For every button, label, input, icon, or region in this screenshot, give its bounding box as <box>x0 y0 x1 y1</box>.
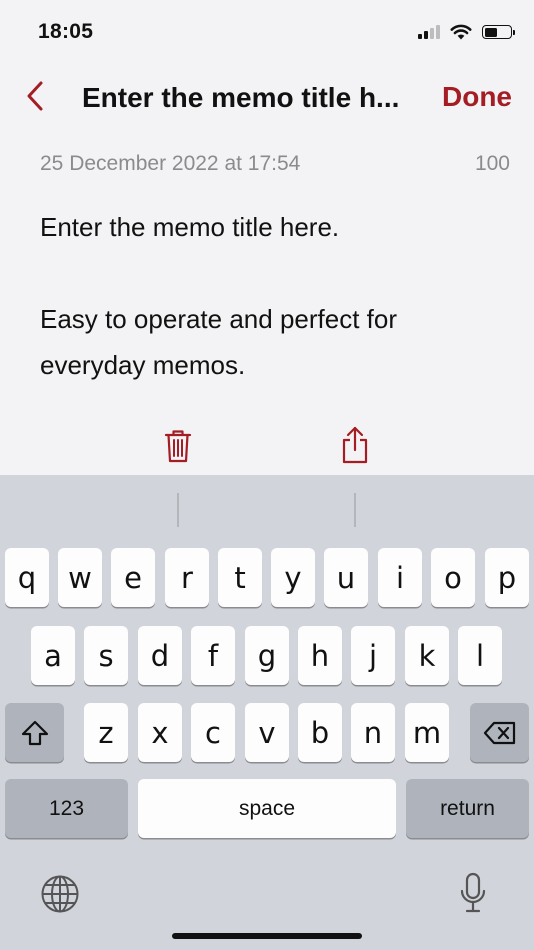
trash-icon[interactable] <box>163 428 193 464</box>
key-a[interactable]: a <box>31 626 75 685</box>
memo-date: 25 December 2022 at 17:54 <box>40 152 301 175</box>
memo-toolbar <box>0 424 534 468</box>
shift-icon <box>21 720 48 745</box>
battery-icon <box>482 25 515 39</box>
home-indicator[interactable] <box>172 933 362 939</box>
cellular-signal-icon <box>418 25 440 39</box>
keyboard: q w e r t y u i o p a s d f g h j k l z … <box>0 475 534 950</box>
space-key[interactable]: space <box>138 779 396 838</box>
key-h[interactable]: h <box>298 626 342 685</box>
predictive-text-bar[interactable] <box>0 475 534 545</box>
key-l[interactable]: l <box>458 626 502 685</box>
predictive-divider <box>177 493 179 527</box>
key-e[interactable]: e <box>111 548 155 607</box>
numbers-key[interactable]: 123 <box>5 779 128 838</box>
memo-line: everyday memos. <box>40 350 246 380</box>
navigation-bar: Enter the memo title h... Done <box>0 64 534 130</box>
wifi-icon <box>450 24 472 40</box>
key-u[interactable]: u <box>324 548 368 607</box>
status-bar: 18:05 <box>0 0 534 64</box>
key-k[interactable]: k <box>405 626 449 685</box>
key-j[interactable]: j <box>351 626 395 685</box>
memo-line: Easy to operate and perfect for <box>40 304 397 334</box>
key-q[interactable]: q <box>5 548 49 607</box>
key-v[interactable]: v <box>245 703 289 762</box>
battery-level <box>484 27 497 37</box>
memo-line <box>40 250 510 296</box>
memo-meta: 25 December 2022 at 17:54 100 <box>40 152 510 176</box>
backspace-key[interactable] <box>470 703 529 762</box>
character-count: 100 <box>474 152 510 175</box>
key-z[interactable]: z <box>84 703 128 762</box>
microphone-icon[interactable] <box>459 872 487 914</box>
key-w[interactable]: w <box>58 548 102 607</box>
memo-title: Enter the memo title h... <box>82 82 400 113</box>
status-icons <box>418 24 515 40</box>
globe-icon[interactable] <box>40 874 80 914</box>
key-f[interactable]: f <box>191 626 235 685</box>
chevron-left-icon <box>27 81 43 111</box>
memo-text-area[interactable]: Enter the memo title here. Easy to opera… <box>40 204 510 388</box>
return-key[interactable]: return <box>406 779 529 838</box>
key-p[interactable]: p <box>485 548 529 607</box>
predictive-divider <box>354 493 356 527</box>
key-x[interactable]: x <box>138 703 182 762</box>
key-t[interactable]: t <box>218 548 262 607</box>
key-y[interactable]: y <box>271 548 315 607</box>
shift-key[interactable] <box>5 703 64 762</box>
share-icon[interactable] <box>341 426 369 464</box>
key-r[interactable]: r <box>165 548 209 607</box>
key-n[interactable]: n <box>351 703 395 762</box>
memo-line: Enter the memo title here. <box>40 212 340 242</box>
status-time: 18:05 <box>38 20 94 43</box>
key-o[interactable]: o <box>431 548 475 607</box>
done-button[interactable]: Done <box>442 81 512 113</box>
key-c[interactable]: c <box>191 703 235 762</box>
key-b[interactable]: b <box>298 703 342 762</box>
key-s[interactable]: s <box>84 626 128 685</box>
key-d[interactable]: d <box>138 626 182 685</box>
back-button[interactable] <box>20 78 50 114</box>
key-g[interactable]: g <box>245 626 289 685</box>
key-m[interactable]: m <box>405 703 449 762</box>
backspace-icon <box>483 721 515 744</box>
key-i[interactable]: i <box>378 548 422 607</box>
